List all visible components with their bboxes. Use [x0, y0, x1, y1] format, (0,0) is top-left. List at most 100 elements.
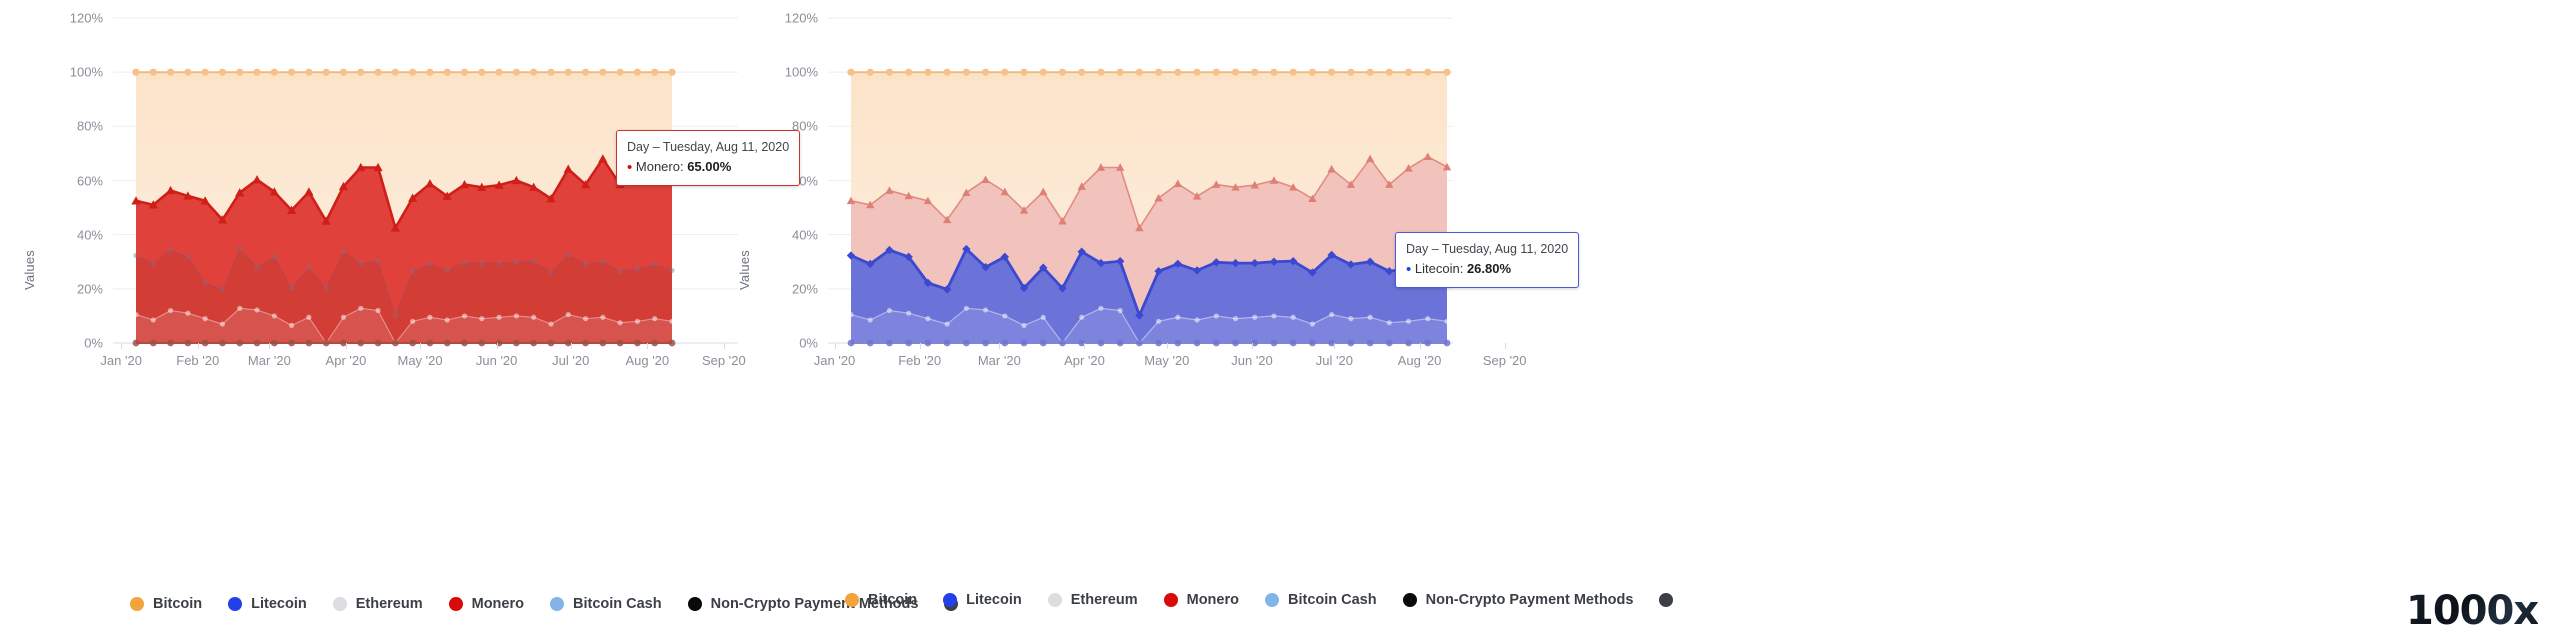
y-axis-tick-label: 120% [784, 10, 818, 26]
left-chart-tooltip: Day – Tuesday, Aug 11, 2020 • Monero: 65… [616, 130, 801, 186]
x-axis-tick-mark [420, 343, 422, 349]
x-axis-tick-mark [647, 343, 649, 349]
legend-item-label: Ethereum [355, 596, 423, 612]
x-axis-tick-label: Aug '20 [625, 353, 670, 368]
x-axis-tick-mark [1252, 343, 1253, 349]
legend-item-label: Ethereum [1070, 592, 1138, 608]
legend-item-bitcoin[interactable]: Bitcoin [845, 592, 917, 608]
x-axis-tick-label: Sep '20 [702, 353, 746, 368]
y-axis-tick-label: 20% [76, 281, 103, 297]
right-tooltip-series-bullet-icon: • [1406, 261, 1412, 279]
legend-item-label: Bitcoin [868, 592, 918, 608]
legend-item-ethereum[interactable]: Ethereum [332, 596, 423, 612]
legend-swatch-icon [687, 597, 702, 611]
y-axis-tick-label: 100% [784, 64, 818, 80]
legend-item-bitcoin-cash[interactable]: Bitcoin Cash [1264, 592, 1377, 608]
x-axis-tick-mark [269, 343, 271, 349]
legend-swatch-icon [943, 593, 958, 607]
legend-item-bitcoin-cash[interactable]: Bitcoin Cash [549, 596, 662, 612]
right-chart-tooltip: Day – Tuesday, Aug 11, 2020 • Litecoin: … [1395, 232, 1580, 288]
x-axis-tick-mark [723, 343, 725, 349]
y-axis-tick-label: 40% [76, 227, 103, 243]
x-axis-tick-label: Sep '20 [1482, 353, 1527, 368]
x-axis-tick-mark [1419, 343, 1421, 349]
legend-item-monero[interactable]: Monero [1163, 592, 1239, 608]
legend-swatch-icon [1047, 593, 1062, 607]
x-axis-tick-label: Mar '20 [977, 353, 1021, 368]
legend-item-unlabeled[interactable] [1659, 593, 1682, 607]
legend-swatch-icon [228, 597, 243, 611]
legend-item-label: Litecoin [251, 596, 307, 612]
legend-swatch-icon [1659, 593, 1674, 607]
legend-swatch-icon [845, 593, 859, 607]
y-axis-tick-label: 20% [791, 281, 818, 297]
x-axis-tick-label: May '20 [1144, 353, 1190, 368]
right-tooltip-date: Day – Tuesday, Aug 11, 2020 [1406, 242, 1569, 256]
x-axis-tick-mark [1084, 343, 1086, 349]
x-axis-tick-mark [345, 343, 347, 349]
x-axis-tick-label: Apr '20 [325, 353, 367, 368]
left-tooltip-date: Day – Tuesday, Aug 11, 2020 [627, 140, 790, 154]
left-tooltip-series-name: Monero: [635, 159, 688, 175]
legend-item-non-crypto-payment-methods[interactable]: Non-Crypto Payment Methods [1402, 592, 1633, 608]
legend-item-label: Monero [1186, 592, 1239, 608]
x-axis-tick-label: Aug '20 [1397, 353, 1442, 368]
x-axis-tick-label: Jan '20 [100, 353, 142, 368]
watermark-logo: 1000x [2406, 588, 2539, 634]
x-axis-tick-mark [999, 343, 1001, 349]
legend-swatch-icon [332, 597, 347, 611]
y-axis-tick-label: 120% [69, 10, 103, 26]
x-axis-tick-mark [1334, 343, 1336, 349]
x-axis-tick-label: Jun '20 [475, 353, 518, 368]
y-axis-tick-label: 0% [84, 335, 103, 351]
left-tooltip-series-bullet-icon: • [627, 159, 633, 177]
legend-swatch-icon [1163, 593, 1178, 607]
x-axis-tick-mark [197, 343, 199, 349]
legend-swatch-icon [448, 597, 463, 611]
x-axis-tick-mark [1504, 343, 1506, 349]
x-axis-tick-mark [570, 343, 572, 349]
dual-chart-screenshot: Values 120% 100% 80% 60% 40% 20% 0% Jan '20 Feb… [0, 0, 2560, 640]
legend-item-bitcoin[interactable]: Bitcoin [130, 596, 202, 612]
x-axis-tick-label: Feb '20 [898, 353, 942, 368]
legend-item-litecoin[interactable]: Litecoin [943, 592, 1022, 608]
x-axis-tick-mark [834, 343, 836, 349]
x-axis-tick-label: Jul '20 [552, 353, 590, 368]
legend-item-label: Bitcoin Cash [1287, 592, 1377, 608]
legend-item-monero[interactable]: Monero [448, 596, 524, 612]
x-axis-tick-label: Feb '20 [176, 353, 220, 368]
y-axis-tick-label: 80% [76, 118, 103, 134]
x-axis-tick-mark [121, 343, 123, 349]
x-axis-tick-label: Jul '20 [1315, 353, 1353, 368]
right-chart-legend[interactable]: Bitcoin Litecoin Ethereum Monero Bitcoin Cas… [845, 592, 1708, 608]
legend-swatch-icon [1264, 593, 1279, 607]
legend-item-label: Bitcoin [153, 596, 203, 612]
legend-swatch-icon [549, 597, 564, 611]
left-tooltip-value: 65.00% [687, 159, 732, 175]
legend-item-label: Bitcoin Cash [572, 596, 662, 612]
x-axis-tick-mark [496, 343, 498, 349]
legend-item-label: Monero [471, 596, 524, 612]
left-y-axis-title: Values [22, 250, 37, 290]
x-axis-tick-label: Jun '20 [1231, 353, 1273, 368]
y-axis-tick-label: 0% [799, 335, 818, 351]
right-tooltip-series-name: Litecoin: [1414, 261, 1467, 277]
legend-item-ethereum[interactable]: Ethereum [1047, 592, 1138, 608]
x-axis-tick-mark [919, 343, 921, 349]
right-chart-panel: Values 120% 100% 80% 60% 40% 20% 0% Jan '20 Feb… [737, 0, 2560, 640]
y-axis-tick-label: 60% [76, 173, 103, 188]
x-axis-tick-mark [1166, 343, 1168, 349]
legend-item-litecoin[interactable]: Litecoin [228, 596, 307, 612]
y-axis-tick-label: 40% [791, 227, 818, 243]
legend-swatch-icon [1402, 593, 1417, 607]
y-axis-tick-label: 100% [69, 64, 103, 80]
right-tooltip-row: • Litecoin: 26.80% [1406, 260, 1568, 279]
left-plot-area[interactable] [113, 0, 798, 560]
right-y-axis-title: Values [737, 250, 752, 290]
x-axis-tick-label: Mar '20 [247, 353, 291, 368]
right-tooltip-value: 26.80% [1466, 261, 1512, 277]
x-axis-tick-label: May '20 [397, 353, 443, 368]
x-axis-tick-label: Apr '20 [1064, 353, 1105, 368]
x-axis-tick-label: Jan '20 [813, 353, 856, 368]
legend-swatch-icon [130, 597, 144, 611]
